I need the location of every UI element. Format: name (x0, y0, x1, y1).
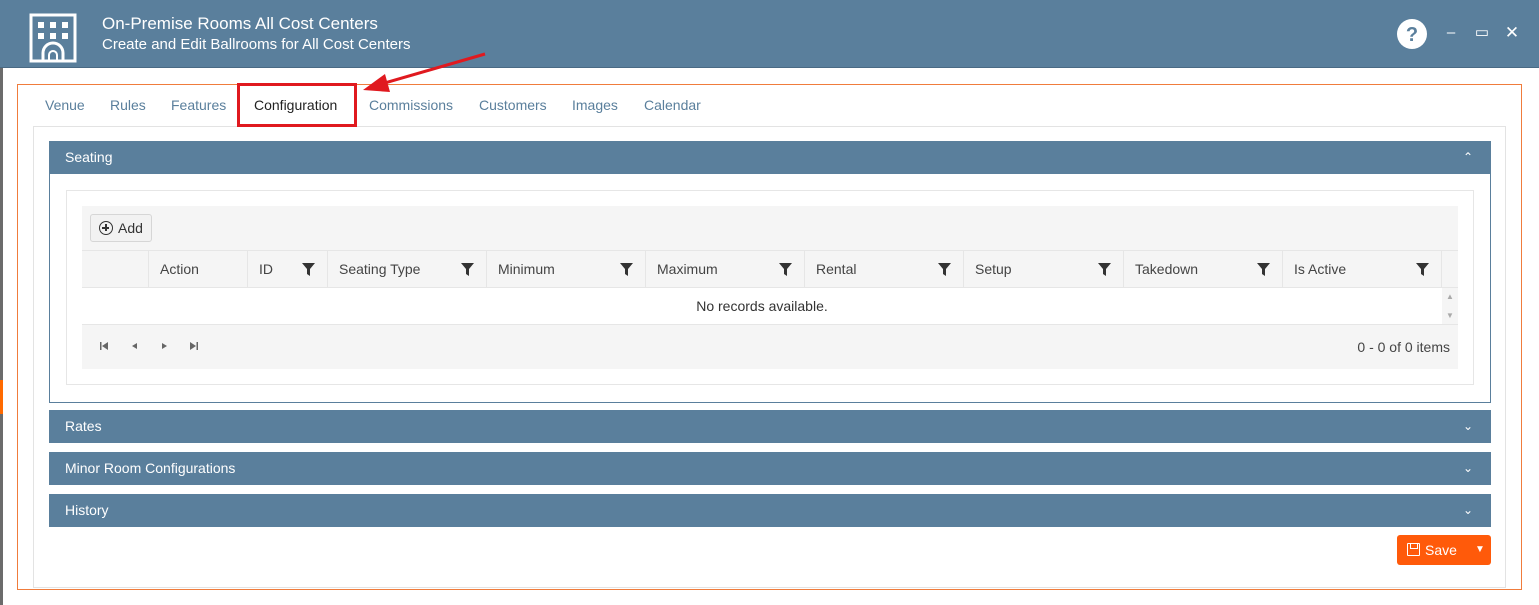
tab-venue[interactable]: Venue (45, 87, 85, 127)
previous-page-icon[interactable] (127, 339, 141, 353)
vertical-scrollbar[interactable]: ▲ ▼ (1442, 288, 1458, 324)
column-header-scroll-spacer (1441, 251, 1458, 288)
column-header-id[interactable]: ID (247, 251, 327, 288)
column-label: Setup (975, 261, 1012, 277)
left-edge-accent (0, 380, 3, 414)
add-label: Add (118, 220, 143, 236)
rates-title: Rates (65, 418, 102, 434)
filter-icon[interactable] (779, 263, 792, 276)
grid-header: Action ID Seating Type Minimum Maximum R… (82, 250, 1458, 288)
chevron-up-icon: ⌃ (1462, 150, 1473, 164)
column-label: ID (259, 261, 273, 277)
floppy-disk-icon (1407, 543, 1420, 556)
minimize-button[interactable]: – (1441, 22, 1461, 44)
column-label: Takedown (1135, 261, 1199, 277)
tab-calendar[interactable]: Calendar (644, 87, 701, 127)
column-label: Action (160, 261, 199, 277)
save-dropdown-caret-icon[interactable]: ▼ (1469, 535, 1491, 565)
filter-icon[interactable] (1257, 263, 1270, 276)
tab-images[interactable]: Images (572, 87, 618, 127)
column-label: Is Active (1294, 261, 1347, 277)
last-page-icon[interactable] (187, 339, 201, 353)
chevron-down-icon: ⌄ (1462, 503, 1473, 517)
maximize-button[interactable]: ▭ (1472, 22, 1492, 44)
column-label: Rental (816, 261, 857, 277)
history-title: History (65, 502, 109, 518)
column-label: Minimum (498, 261, 555, 277)
pager-info: 0 - 0 of 0 items (1357, 339, 1450, 355)
column-header-is-active[interactable]: Is Active (1282, 251, 1441, 288)
annotation-arrow (363, 52, 486, 92)
plus-circle-icon (99, 221, 113, 235)
column-header-maximum[interactable]: Maximum (645, 251, 804, 288)
column-header-setup[interactable]: Setup (963, 251, 1123, 288)
close-button[interactable]: ✕ (1502, 22, 1522, 44)
chevron-down-icon: ⌄ (1462, 461, 1473, 475)
column-header-seating-type[interactable]: Seating Type (327, 251, 486, 288)
filter-icon[interactable] (461, 263, 474, 276)
tab-features[interactable]: Features (171, 87, 226, 127)
building-icon (29, 13, 77, 63)
seating-title: Seating (65, 149, 113, 165)
filter-icon[interactable] (1098, 263, 1111, 276)
first-page-icon[interactable] (97, 339, 111, 353)
filter-icon[interactable] (302, 263, 315, 276)
window-title: On-Premise Rooms All Cost Centers (102, 14, 378, 33)
column-header-minimum[interactable]: Minimum (486, 251, 645, 288)
column-header-action[interactable]: Action (148, 251, 248, 288)
save-button[interactable]: Save ▼ (1397, 535, 1491, 565)
column-header-takedown[interactable]: Takedown (1123, 251, 1282, 288)
tab-configuration[interactable]: Configuration (254, 87, 337, 127)
svg-text:?: ? (1406, 24, 1418, 46)
title-bar: On-Premise Rooms All Cost Centers Create… (0, 0, 1539, 68)
filter-icon[interactable] (620, 263, 633, 276)
app-window: On-Premise Rooms All Cost Centers Create… (0, 0, 1539, 605)
filter-icon[interactable] (938, 263, 951, 276)
column-label: Seating Type (339, 261, 421, 277)
scroll-down-icon[interactable]: ▼ (1446, 311, 1454, 320)
chevron-down-icon: ⌄ (1462, 419, 1473, 433)
history-panel-header[interactable]: History ⌄ (49, 494, 1491, 527)
minor-room-configurations-panel-header[interactable]: Minor Room Configurations ⌄ (49, 452, 1491, 485)
left-edge (0, 68, 3, 605)
tab-rules[interactable]: Rules (110, 87, 146, 127)
grid-pager: 0 - 0 of 0 items (82, 325, 1458, 369)
grid-body: No records available. ▲ ▼ (82, 288, 1458, 325)
empty-message: No records available. (696, 298, 828, 314)
rates-panel-header[interactable]: Rates ⌄ (49, 410, 1491, 443)
scroll-up-icon[interactable]: ▲ (1446, 292, 1454, 301)
save-label: Save (1425, 542, 1457, 558)
column-header-rental[interactable]: Rental (804, 251, 963, 288)
add-button[interactable]: Add (90, 214, 152, 242)
column-label: Maximum (657, 261, 718, 277)
next-page-icon[interactable] (157, 339, 171, 353)
grid-toolbar: Add (82, 206, 1458, 250)
seating-panel-header[interactable]: Seating ⌃ (49, 141, 1491, 174)
filter-icon[interactable] (1416, 263, 1429, 276)
help-icon[interactable]: ? (1396, 18, 1428, 50)
minor-room-configurations-title: Minor Room Configurations (65, 460, 236, 476)
